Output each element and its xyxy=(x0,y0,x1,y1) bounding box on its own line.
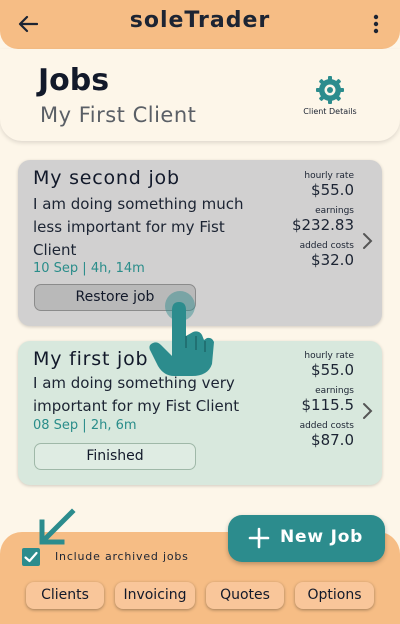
app-title: soleTrader xyxy=(129,8,271,33)
job-description: I am doing something very important for … xyxy=(33,374,240,415)
new-job-button[interactable]: New Job xyxy=(228,515,385,562)
client-details-label: Client Details xyxy=(303,107,357,116)
job-date-duration: 08 Sep | 2h, 6m xyxy=(33,418,137,433)
hourly-rate-value: $55.0 xyxy=(311,361,354,379)
chevron-right-icon[interactable] xyxy=(360,232,374,250)
plus-icon xyxy=(248,527,270,549)
added-costs-value: $32.0 xyxy=(311,251,354,269)
nav-quotes-button[interactable]: Quotes xyxy=(206,582,284,609)
page-title: Jobs xyxy=(38,63,110,98)
earnings: earnings $115.5 xyxy=(302,386,355,414)
job-description: I am doing something much less important… xyxy=(33,195,244,259)
tap-hand-icon xyxy=(149,291,214,376)
more-menu-button[interactable] xyxy=(366,10,386,38)
client-name: My First Client xyxy=(40,103,197,127)
more-vert-icon xyxy=(373,14,379,34)
earnings-label: earnings xyxy=(315,206,354,216)
hourly-rate-label: hourly rate xyxy=(304,171,354,181)
added-costs-label: added costs xyxy=(299,241,354,251)
arrow-down-left-icon xyxy=(39,508,76,545)
added-costs-label: added costs xyxy=(299,421,354,431)
earnings-value: $232.83 xyxy=(291,216,354,234)
hourly-rate: hourly rate $55.0 xyxy=(304,171,354,199)
nav-clients-button[interactable]: Clients xyxy=(26,582,104,609)
gear-icon xyxy=(316,76,344,104)
added-costs-value: $87.0 xyxy=(311,431,354,449)
hourly-rate: hourly rate $55.0 xyxy=(304,351,354,379)
new-job-label: New Job xyxy=(280,527,364,547)
include-archived-label: Include archived jobs xyxy=(55,550,189,563)
chevron-right-icon[interactable] xyxy=(360,402,374,420)
archived-checkbox[interactable] xyxy=(22,548,40,566)
earnings: earnings $232.83 xyxy=(292,206,354,234)
hourly-rate-value: $55.0 xyxy=(311,181,354,199)
job-title: My first job xyxy=(33,348,149,370)
nav-options-button[interactable]: Options xyxy=(295,582,374,609)
hourly-rate-label: hourly rate xyxy=(304,351,354,361)
earnings-value: $115.5 xyxy=(301,396,355,414)
check-icon xyxy=(24,551,38,563)
client-details-button[interactable]: Client Details xyxy=(300,75,360,125)
finished-button[interactable]: Finished xyxy=(34,443,196,470)
app-bar: soleTrader xyxy=(0,0,400,49)
job-date-duration: 10 Sep | 4h, 14m xyxy=(33,261,145,276)
client-header: Jobs My First Client Client Details xyxy=(0,49,400,141)
added-costs: added costs $32.0 xyxy=(300,241,354,269)
nav-invoicing-button[interactable]: Invoicing xyxy=(115,582,195,609)
job-title: My second job xyxy=(33,167,180,189)
added-costs: added costs $87.0 xyxy=(300,421,354,449)
earnings-label: earnings xyxy=(315,386,354,396)
